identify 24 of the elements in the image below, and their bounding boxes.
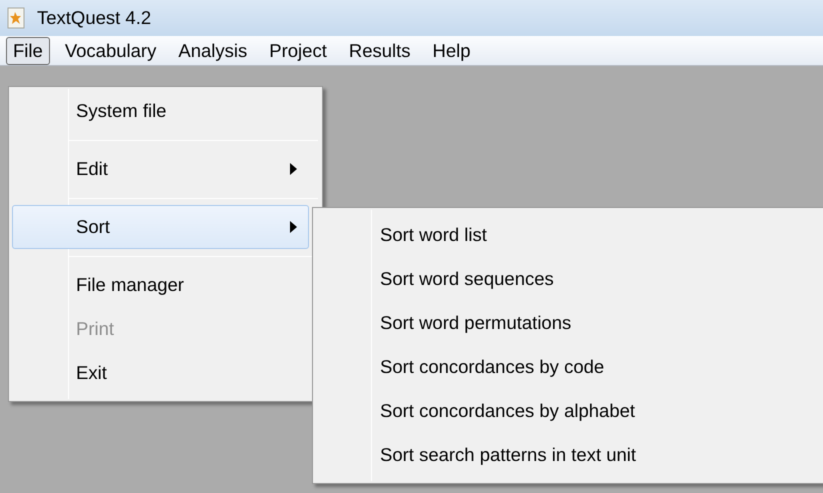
menu-item[interactable]: Sort concordances by alphabet — [316, 389, 823, 433]
menu-item[interactable]: Vocabulary — [58, 36, 164, 64]
menu-item[interactable]: System file — [12, 89, 309, 133]
menu-item-label: System file — [76, 99, 166, 124]
menu-item[interactable]: Help — [426, 36, 478, 64]
menu-item[interactable]: Sort concordances by code — [316, 345, 823, 389]
menu-item[interactable]: Results — [342, 36, 418, 64]
menu-item[interactable]: Sort word sequences — [316, 257, 823, 301]
menu-item[interactable]: Analysis — [171, 36, 254, 64]
menu-item[interactable]: Sort search patterns in text unit — [316, 433, 823, 477]
window-title: TextQuest 4.2 — [37, 6, 152, 30]
menu-item[interactable]: Sort — [12, 205, 309, 249]
menu-item[interactable]: File manager — [12, 263, 309, 307]
menu-item-label: File manager — [76, 273, 184, 298]
menu-item[interactable]: Edit — [12, 147, 309, 191]
menu-item-label: Sort — [76, 215, 110, 240]
menu-item[interactable]: Sort word list — [316, 213, 823, 257]
menu-item[interactable]: Exit — [12, 351, 309, 395]
menu-item-label: Exit — [76, 361, 107, 386]
menu-item-label: Print — [76, 317, 114, 342]
menu-item[interactable]: Project — [262, 36, 334, 64]
menu-item[interactable]: Sort word permutations — [316, 301, 823, 345]
menu-item[interactable]: File — [6, 36, 50, 64]
menu-item-label: Edit — [76, 157, 108, 182]
